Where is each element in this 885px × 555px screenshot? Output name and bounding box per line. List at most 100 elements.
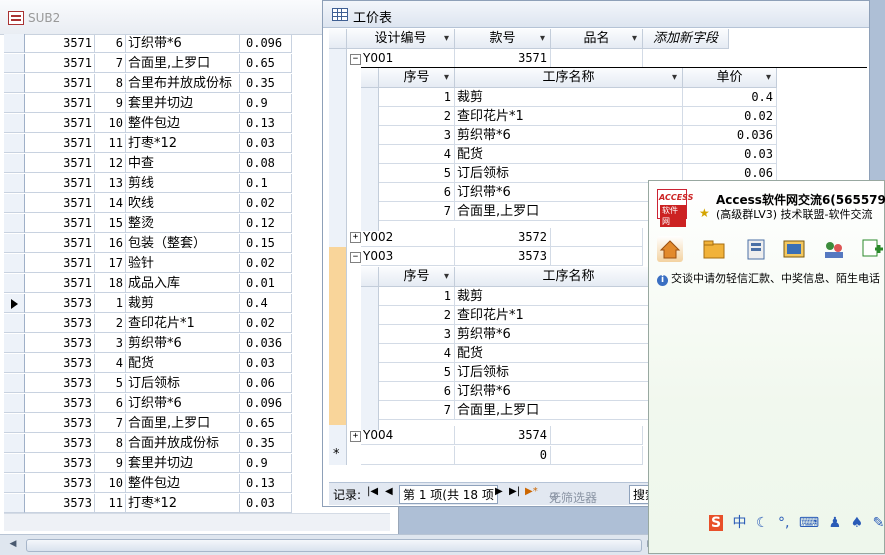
cell-seq[interactable]: 13	[95, 174, 126, 193]
cell-style-no[interactable]: 3573	[25, 414, 95, 433]
cell-style-no[interactable]: 3571	[25, 174, 95, 193]
cell-price[interactable]: 0.036	[240, 334, 292, 353]
row-selector[interactable]	[4, 234, 25, 253]
moon-icon[interactable]: ☾	[756, 515, 769, 531]
last-record-icon[interactable]: ▶|	[509, 486, 520, 497]
sub-header-price[interactable]: 单价	[683, 68, 777, 88]
cell-name-y004[interactable]	[551, 426, 643, 445]
cell-price[interactable]: 0.096	[240, 394, 292, 413]
collapse-y003-icon[interactable]: −	[350, 252, 361, 263]
row-selector[interactable]	[4, 194, 25, 213]
cell-style-new[interactable]: 0	[455, 446, 551, 465]
ime-mode-button[interactable]: 中	[733, 512, 747, 532]
cell-style-no[interactable]: 3573	[25, 434, 95, 453]
cell-seq[interactable]: 5	[95, 374, 126, 393]
cell-style-no[interactable]: 3571	[25, 34, 95, 53]
album-icon[interactable]	[743, 236, 769, 262]
cell-design-y002[interactable]: Y002	[361, 228, 455, 247]
cell-process[interactable]: 剪线	[126, 174, 240, 193]
cell-style-no[interactable]: 3573	[25, 394, 95, 413]
cell-process[interactable]: 合里布并放成份标	[126, 74, 240, 93]
home-icon[interactable]	[657, 236, 683, 262]
sub-cell-seq[interactable]: 1	[379, 88, 455, 107]
cell-price[interactable]: 0.03	[240, 354, 292, 373]
cell-process[interactable]: 套里并切边	[126, 454, 240, 473]
row-selector[interactable]	[4, 154, 25, 173]
row-selector[interactable]	[4, 94, 25, 113]
cell-design-y004[interactable]: Y004	[361, 426, 455, 445]
cell-design-y001[interactable]: Y001	[361, 49, 455, 68]
sub-header-process[interactable]: 工序名称	[455, 68, 683, 88]
cell-price[interactable]: 0.15	[240, 234, 292, 253]
collapse-y001-icon[interactable]: −	[350, 54, 361, 65]
cell-process[interactable]: 整件包边	[126, 114, 240, 133]
cell-process[interactable]: 合面里,上罗口	[126, 54, 240, 73]
cell-process[interactable]: 整烫	[126, 214, 240, 233]
row-selector[interactable]	[4, 34, 25, 53]
cell-process[interactable]: 合面并放成份标	[126, 434, 240, 453]
row-selector-y001[interactable]	[329, 49, 347, 227]
cell-price[interactable]: 0.06	[240, 374, 292, 393]
sub-cell-seq[interactable]: 2	[379, 107, 455, 126]
cell-process[interactable]: 整件包边	[126, 474, 240, 493]
cell-style-no[interactable]: 3571	[25, 214, 95, 233]
cell-process[interactable]: 查印花片*1	[126, 314, 240, 333]
price-table-tab[interactable]: 工价表	[323, 1, 869, 28]
cell-price[interactable]: 0.35	[240, 434, 292, 453]
cell-style-no[interactable]: 3571	[25, 254, 95, 273]
cell-seq[interactable]: 11	[95, 494, 126, 513]
sub-cell-seq[interactable]: 7	[379, 401, 455, 420]
sub-cell-seq[interactable]: 4	[379, 145, 455, 164]
cell-style-no[interactable]: 3571	[25, 274, 95, 293]
cell-process[interactable]: 裁剪	[126, 294, 240, 313]
cell-process[interactable]: 配货	[126, 354, 240, 373]
cell-process[interactable]: 验针	[126, 254, 240, 273]
row-selector[interactable]	[4, 474, 25, 493]
members-icon[interactable]	[821, 236, 847, 262]
cell-seq[interactable]: 8	[95, 74, 126, 93]
skin-icon[interactable]: ♠	[851, 515, 864, 531]
prev-record-icon[interactable]: ◀	[385, 486, 393, 497]
add-app-icon[interactable]	[859, 236, 885, 262]
cell-process[interactable]: 订织带*6	[126, 34, 240, 53]
sub-cell-price[interactable]: 0.02	[683, 107, 777, 126]
row-selector[interactable]	[4, 334, 25, 353]
row-selector[interactable]	[4, 454, 25, 473]
user-icon[interactable]: ♟	[829, 515, 842, 531]
cell-price[interactable]: 0.1	[240, 174, 292, 193]
sub-cell-seq[interactable]: 3	[379, 126, 455, 145]
sub-row-selector[interactable]	[361, 287, 379, 430]
row-selector[interactable]	[4, 294, 25, 313]
row-selector[interactable]	[4, 394, 25, 413]
wrench-icon[interactable]: ✎	[873, 515, 885, 531]
cell-price[interactable]: 0.096	[240, 34, 292, 53]
cell-style-no[interactable]: 3573	[25, 494, 95, 513]
cell-name-y001[interactable]	[551, 49, 643, 68]
sub-cell-process[interactable]: 裁剪	[455, 88, 683, 107]
sub-cell-price[interactable]: 0.036	[683, 126, 777, 145]
row-selector[interactable]	[4, 434, 25, 453]
row-selector[interactable]	[4, 494, 25, 513]
cell-seq[interactable]: 2	[95, 314, 126, 333]
cell-style-no[interactable]: 3573	[25, 454, 95, 473]
cell-seq[interactable]: 18	[95, 274, 126, 293]
folder-icon[interactable]	[701, 236, 727, 262]
cell-style-y001[interactable]: 3571	[455, 49, 551, 68]
cell-seq[interactable]: 10	[95, 114, 126, 133]
cell-style-no[interactable]: 3571	[25, 134, 95, 153]
cell-seq[interactable]: 4	[95, 354, 126, 373]
cell-seq[interactable]: 17	[95, 254, 126, 273]
cell-price[interactable]: 0.02	[240, 314, 292, 333]
cell-style-no[interactable]: 3571	[25, 234, 95, 253]
cell-process[interactable]: 订后领标	[126, 374, 240, 393]
cell-style-y004[interactable]: 3574	[455, 426, 551, 445]
row-selector[interactable]	[4, 214, 25, 233]
cell-price[interactable]: 0.13	[240, 114, 292, 133]
sub-header-seq[interactable]: 序号	[379, 267, 455, 287]
cell-style-no[interactable]: 3573	[25, 354, 95, 373]
sub-cell-seq[interactable]: 5	[379, 363, 455, 382]
cell-price[interactable]: 0.4	[240, 294, 292, 313]
cell-price[interactable]: 0.02	[240, 194, 292, 213]
row-selector[interactable]	[4, 274, 25, 293]
cell-process[interactable]: 订织带*6	[126, 394, 240, 413]
